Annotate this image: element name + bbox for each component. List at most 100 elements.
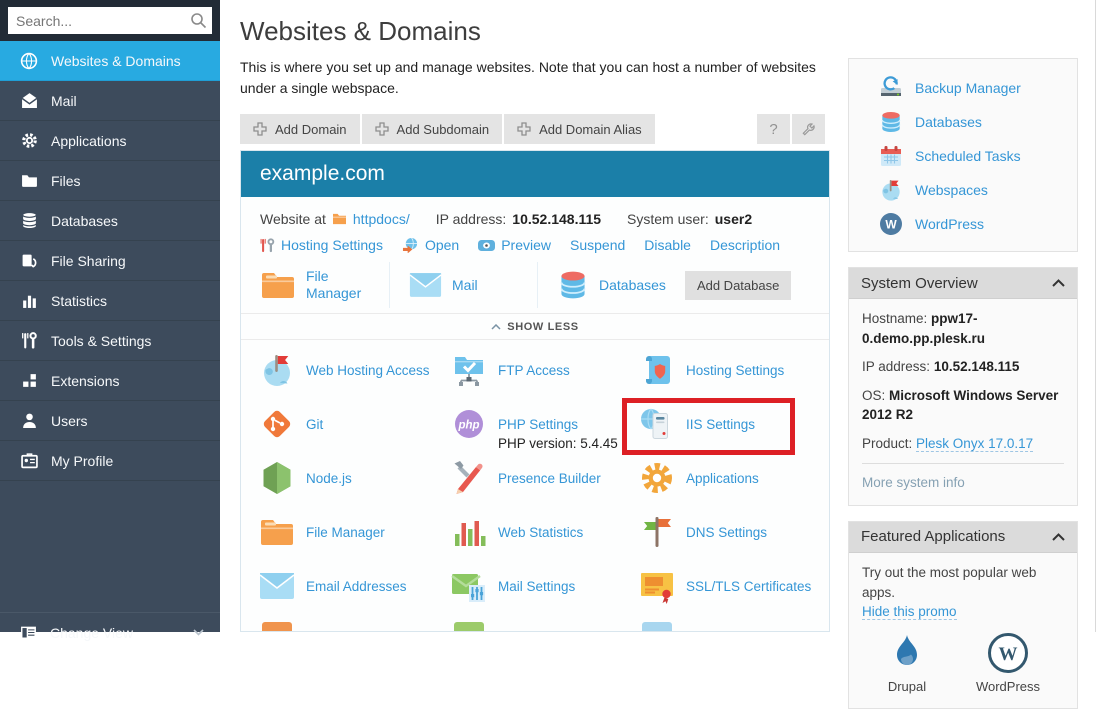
featured-applications-header[interactable]: Featured Applications <box>849 522 1077 553</box>
promo-text: Try out the most popular web apps. <box>862 563 1064 602</box>
open-link[interactable]: Open <box>402 237 459 253</box>
gear-icon <box>20 132 38 150</box>
add-subdomain-button[interactable]: Add Subdomain <box>362 114 503 144</box>
add-domain-button[interactable]: Add Domain <box>240 114 360 144</box>
hosting-settings-link[interactable]: Hosting Settings <box>260 237 383 253</box>
quick-links-panel: Backup Manager Databases Scheduled Tasks… <box>848 58 1078 252</box>
chevron-up-icon <box>1052 533 1065 541</box>
sidebar-item-extensions[interactable]: Extensions <box>0 361 220 401</box>
wordpress-icon: W <box>879 212 903 236</box>
quick-link-scheduled-tasks[interactable]: Scheduled Tasks <box>849 139 1077 173</box>
website-at: Website at httpdocs/ <box>260 211 410 227</box>
grid-item-applications[interactable]: Applications <box>639 460 829 514</box>
svg-text:php: php <box>457 420 479 432</box>
sidebar-item-label: Files <box>51 173 81 189</box>
grid-item-mail-settings[interactable]: Mail Settings <box>451 568 639 622</box>
id-card-icon <box>20 452 38 470</box>
gear-yellow-icon <box>639 460 675 496</box>
search-icon[interactable] <box>190 12 207 29</box>
disable-link[interactable]: Disable <box>644 237 691 253</box>
search-input[interactable] <box>8 7 212 34</box>
pencil-hammer-icon <box>451 460 487 496</box>
sidebar-item-label: Websites & Domains <box>51 53 181 69</box>
grid-item-partial-1 <box>259 622 451 632</box>
grid-item-php-settings[interactable]: php PHP Settings PHP version: 5.4.45 <box>451 406 639 460</box>
sidebar-item-applications[interactable]: Applications <box>0 121 220 161</box>
grid-item-file-manager[interactable]: File Manager <box>259 514 451 568</box>
quick-link-wordpress[interactable]: W WordPress <box>849 207 1077 241</box>
sidebar-item-label: Mail <box>51 93 77 109</box>
link-label: Hosting Settings <box>281 237 383 253</box>
open-globe-icon <box>402 237 419 253</box>
sidebar-item-file-sharing[interactable]: File Sharing <box>0 241 220 281</box>
databases-shortcut[interactable]: Databases Add Database <box>537 262 829 308</box>
show-less-toggle[interactable]: SHOW LESS <box>241 313 829 340</box>
grid-item-web-hosting-access[interactable]: Web Hosting Access <box>259 352 451 406</box>
folder-icon <box>259 514 295 550</box>
shortcut-label: Mail <box>452 277 478 293</box>
hide-promo-link[interactable]: Hide this promo <box>862 604 957 620</box>
help-button[interactable]: ? <box>757 114 790 144</box>
sidebar-item-users[interactable]: Users <box>0 401 220 441</box>
grid-item-email-addresses[interactable]: Email Addresses <box>259 568 451 622</box>
featured-app-drupal[interactable]: Drupal <box>886 632 928 697</box>
quick-link-backup-manager[interactable]: Backup Manager <box>849 71 1077 105</box>
folder-icon <box>260 267 296 303</box>
left-sidebar: Websites & Domains Mail Applications Fil… <box>0 0 220 632</box>
grid-item-hosting-settings[interactable]: Hosting Settings <box>639 352 829 406</box>
os-value: Microsoft Windows Server 2012 R2 <box>862 388 1058 423</box>
file-manager-shortcut[interactable]: File Manager <box>241 262 389 308</box>
mail-shortcut[interactable]: Mail <box>389 262 537 308</box>
grid-item-ftp-access[interactable]: FTP Access <box>451 352 639 406</box>
mail-icon <box>20 92 38 110</box>
sidebar-item-tools-settings[interactable]: Tools & Settings <box>0 321 220 361</box>
grid-item-iis-settings[interactable]: IIS Settings <box>639 406 829 460</box>
sidebar-item-websites-domains[interactable]: Websites & Domains <box>0 41 220 81</box>
description-link[interactable]: Description <box>710 237 780 253</box>
website-at-label: Website at <box>260 211 326 227</box>
tools-icon <box>20 332 38 350</box>
grid-item-git[interactable]: Git <box>259 406 451 460</box>
grid-item-web-statistics[interactable]: Web Statistics <box>451 514 639 568</box>
featured-app-wordpress[interactable]: W WordPress <box>976 632 1040 697</box>
grid-item-presence-builder[interactable]: Presence Builder <box>451 460 639 514</box>
button-label: Add Domain <box>275 122 347 137</box>
layout-icon <box>20 624 37 641</box>
quick-link-databases[interactable]: Databases <box>849 105 1077 139</box>
sidebar-item-files[interactable]: Files <box>0 161 220 201</box>
sidebar-item-databases[interactable]: Databases <box>0 201 220 241</box>
add-database-button[interactable]: Add Database <box>685 271 791 300</box>
scroll-shield-icon <box>639 352 675 388</box>
grid-label: IIS Settings <box>686 406 755 460</box>
product-version-link[interactable]: Plesk Onyx 17.0.17 <box>916 436 1033 452</box>
flags-icon <box>639 514 675 550</box>
product-label: Product: <box>862 436 912 451</box>
sidebar-item-my-profile[interactable]: My Profile <box>0 441 220 481</box>
preview-link[interactable]: Preview <box>478 237 551 253</box>
mail-settings-icon <box>451 568 487 604</box>
git-icon <box>259 406 295 442</box>
grid-item-nodejs[interactable]: Node.js <box>259 460 451 514</box>
shortcut-row: File Manager Mail Databases Add Database <box>241 262 829 308</box>
button-label: Add Domain Alias <box>539 122 642 137</box>
httpdocs-link[interactable]: httpdocs/ <box>353 211 410 227</box>
add-domain-alias-button[interactable]: Add Domain Alias <box>504 114 655 144</box>
user-icon <box>20 412 38 430</box>
quick-link-webspaces[interactable]: Webspaces <box>849 173 1077 207</box>
grid-item-dns-settings[interactable]: DNS Settings <box>639 514 829 568</box>
more-system-info-link[interactable]: More system info <box>862 475 965 490</box>
suspend-link[interactable]: Suspend <box>570 237 625 253</box>
scrollbar-track[interactable] <box>1095 0 1096 632</box>
search-box <box>8 7 212 34</box>
sidebar-item-mail[interactable]: Mail <box>0 81 220 121</box>
sidebar-item-statistics[interactable]: Statistics <box>0 281 220 321</box>
link-label: Preview <box>501 237 551 253</box>
domain-info-row: Website at httpdocs/ IP address: 10.52.1… <box>241 197 829 228</box>
grid-label: Node.js <box>306 460 352 514</box>
grid-label: File Manager <box>306 514 385 568</box>
sidebar-item-label: File Sharing <box>51 253 126 269</box>
change-view-button[interactable]: Change View <box>0 612 220 652</box>
system-overview-header[interactable]: System Overview <box>849 268 1077 299</box>
grid-item-ssl-certificates[interactable]: SSL/TLS Certificates <box>639 568 829 622</box>
settings-wrench-button[interactable] <box>792 114 825 144</box>
